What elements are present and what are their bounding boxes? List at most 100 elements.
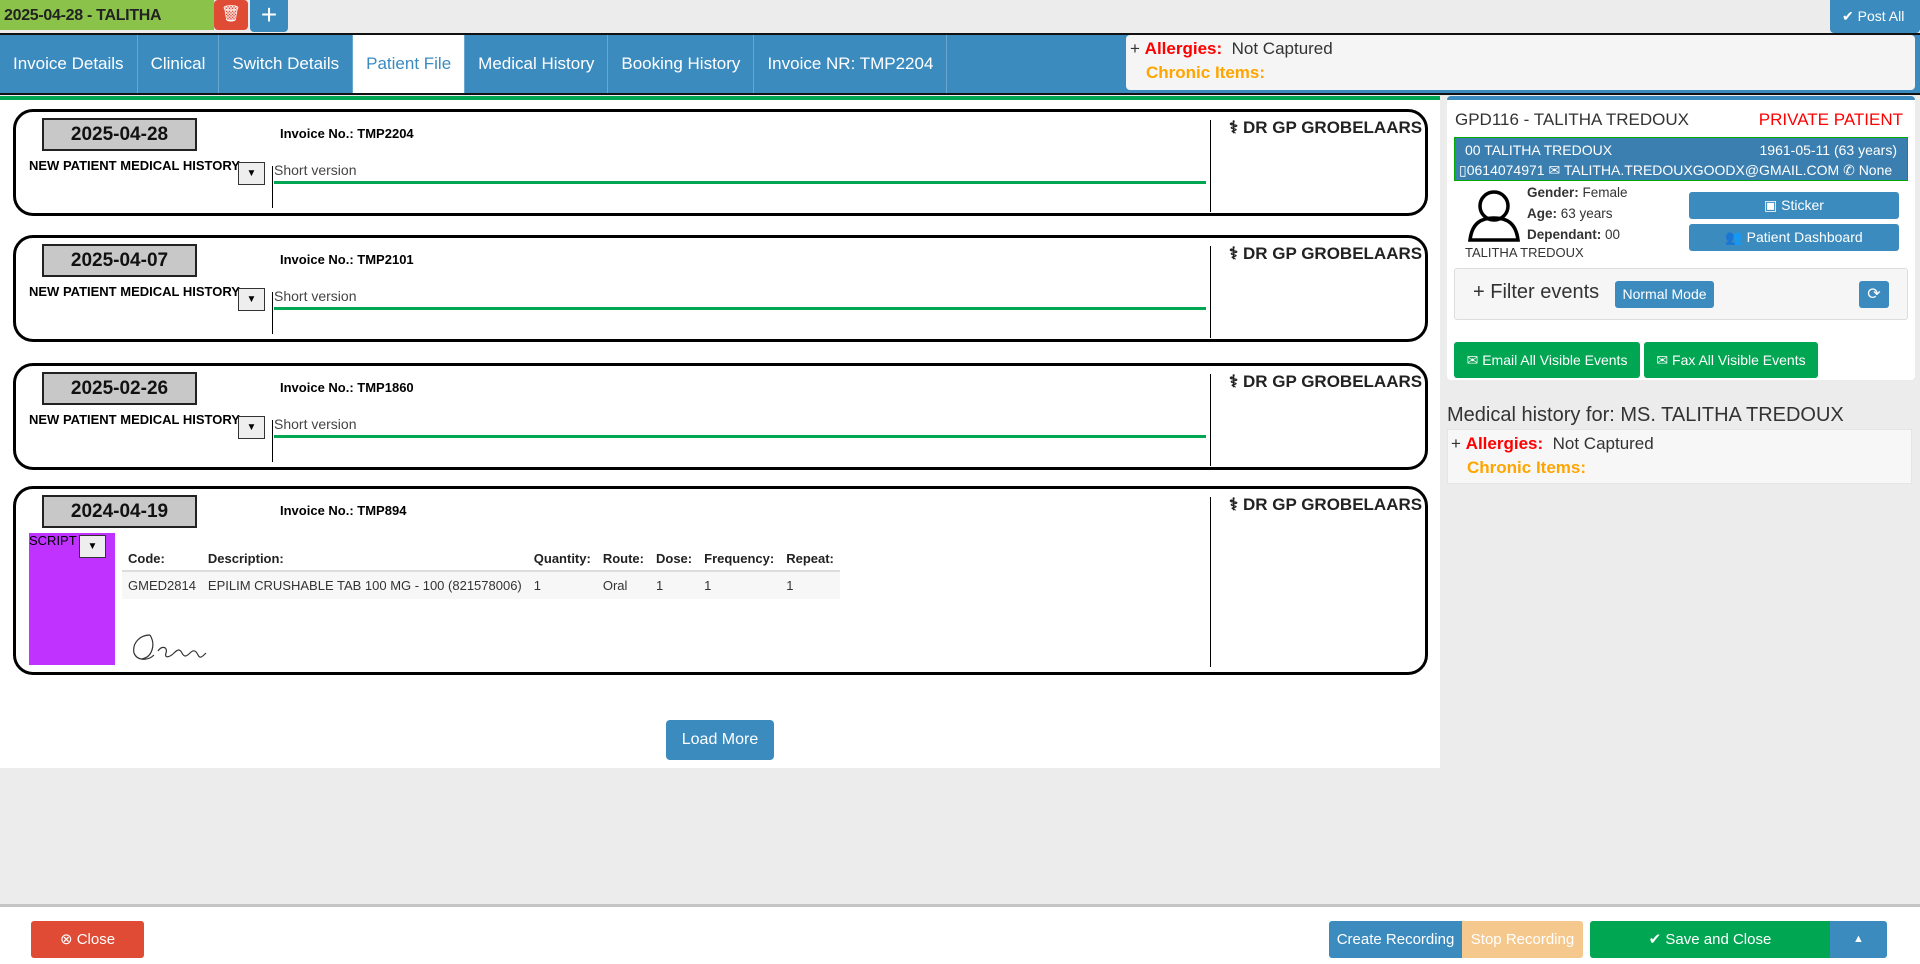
normal-mode-button[interactable]: Normal Mode bbox=[1615, 281, 1714, 308]
stop-recording-button[interactable]: Stop Recording bbox=[1462, 921, 1583, 958]
column-header: Description: bbox=[201, 547, 528, 572]
patient-title: GPD116 - TALITHA TREDOUX bbox=[1455, 110, 1689, 129]
event-type: NEW PATIENT MEDICAL HISTORY bbox=[29, 284, 240, 299]
filter-events-toggle[interactable]: + Filter events bbox=[1473, 281, 1599, 304]
check-circle-icon: ✔ bbox=[1842, 8, 1858, 24]
script-table: Code: Description: Quantity: Route: Dose: Fre… bbox=[122, 547, 840, 599]
event-note: Short version bbox=[274, 288, 357, 304]
envelope-icon: ✉ bbox=[1548, 162, 1561, 178]
save-and-close-button[interactable]: ✔ Save and Close bbox=[1590, 921, 1830, 958]
doctor-label: DR GP GROBELAARS bbox=[1242, 118, 1423, 137]
refresh-icon: ⟳ bbox=[1867, 286, 1881, 303]
event-dropdown[interactable]: ▼ bbox=[238, 288, 265, 311]
invoice-tab-title[interactable]: 2025-04-28 - TALITHA bbox=[0, 0, 214, 30]
fax-all-events-button[interactable]: ✉ Fax All Visible Events bbox=[1644, 342, 1818, 378]
patient-dashboard-button[interactable]: 👥 Patient Dashboard bbox=[1689, 224, 1899, 251]
event-date: 2024-04-19 bbox=[42, 495, 197, 528]
doctor-name: ⚕ DR GP GROBELAARS bbox=[1229, 372, 1422, 392]
invoice-number: Invoice No.: TMP894 bbox=[280, 503, 407, 518]
chronic-items-label: Chronic Items: bbox=[1467, 458, 1587, 477]
tab-patient-file[interactable]: Patient File bbox=[353, 35, 466, 93]
invoice-number: Invoice No.: TMP2204 bbox=[280, 126, 414, 141]
gender-value: Female bbox=[1582, 185, 1628, 200]
tab-medical-history[interactable]: Medical History bbox=[465, 35, 609, 93]
column-header: Repeat: bbox=[780, 547, 840, 572]
divider bbox=[1210, 246, 1211, 338]
stethoscope-icon: ⚕ bbox=[1229, 118, 1239, 137]
event-card: 2025-04-07 Invoice No.: TMP2101 NEW PATI… bbox=[13, 235, 1428, 342]
table-cell: 1 bbox=[650, 571, 699, 599]
refresh-button[interactable]: ⟳ bbox=[1859, 281, 1889, 308]
script-type: SCRIPT ▼ bbox=[29, 533, 115, 665]
note-underline bbox=[274, 307, 1206, 310]
phone-icon: ✆ bbox=[1843, 162, 1855, 178]
create-recording-button[interactable]: Create Recording bbox=[1329, 921, 1462, 958]
chronic-items-label: Chronic Items: bbox=[1146, 63, 1266, 82]
close-button[interactable]: ⊗ Close bbox=[31, 921, 144, 958]
doctor-label: DR GP GROBELAARS bbox=[1242, 495, 1423, 514]
note-underline bbox=[274, 181, 1206, 184]
dashboard-label: Patient Dashboard bbox=[1746, 229, 1863, 245]
stethoscope-icon: ⚕ bbox=[1229, 495, 1239, 514]
load-more-button[interactable]: Load More bbox=[666, 720, 774, 760]
expand-toggle[interactable]: + bbox=[1130, 39, 1140, 58]
doctor-name: ⚕ DR GP GROBELAARS bbox=[1229, 244, 1422, 264]
envelope-icon: ✉ bbox=[1466, 352, 1483, 368]
event-date: 2025-04-28 bbox=[42, 118, 197, 151]
age-value: 63 years bbox=[1560, 206, 1613, 221]
event-dropdown[interactable]: ▼ bbox=[238, 162, 265, 185]
signature bbox=[133, 634, 207, 660]
event-type: SCRIPT bbox=[29, 533, 77, 548]
avatar-name: TALITHA TREDOUX bbox=[1465, 245, 1584, 260]
table-cell: 1 bbox=[698, 571, 781, 599]
allergies-label: Allergies: bbox=[1144, 39, 1223, 58]
event-dropdown[interactable]: ▼ bbox=[79, 535, 106, 558]
divider bbox=[272, 166, 273, 208]
patient-tel: None bbox=[1858, 162, 1893, 178]
patient-phone: 0614074971 bbox=[1466, 162, 1545, 178]
patient-info-panel: GPD116 - TALITHA TREDOUX PRIVATE PATIENT… bbox=[1447, 96, 1915, 380]
sticker-icon: ▣ bbox=[1764, 197, 1782, 213]
post-all-label: Post All bbox=[1857, 8, 1905, 24]
column-header: Frequency: bbox=[698, 547, 781, 572]
divider bbox=[272, 420, 273, 462]
allergies-value: Not Captured bbox=[1231, 39, 1333, 58]
divider bbox=[1210, 374, 1211, 466]
sticker-button[interactable]: ▣ Sticker bbox=[1689, 192, 1899, 219]
event-type: NEW PATIENT MEDICAL HISTORY bbox=[29, 412, 240, 427]
add-button[interactable]: + bbox=[250, 0, 288, 32]
allergies-label: Allergies: bbox=[1465, 434, 1544, 453]
allergies-value: Not Captured bbox=[1552, 434, 1654, 453]
note-underline bbox=[274, 435, 1206, 438]
divider bbox=[1210, 497, 1211, 667]
stethoscope-icon: ⚕ bbox=[1229, 244, 1239, 263]
plus-icon: + bbox=[260, 0, 278, 30]
patient-contact-bar: 00 TALITHA TREDOUX 1961-05-11 (63 years) … bbox=[1454, 137, 1908, 181]
tab-switch-details[interactable]: Switch Details bbox=[219, 35, 354, 93]
invoice-number: Invoice No.: TMP1860 bbox=[280, 380, 414, 395]
divider bbox=[1210, 120, 1211, 212]
post-all-button[interactable]: ✔ Post All bbox=[1830, 0, 1920, 33]
column-header: Quantity: bbox=[527, 547, 597, 572]
patient-name-line: 00 TALITHA TREDOUX bbox=[1465, 142, 1613, 158]
patient-file-events: 2025-04-28 Invoice No.: TMP2204 NEW PATI… bbox=[0, 96, 1440, 768]
doctor-name: ⚕ DR GP GROBELAARS bbox=[1229, 118, 1422, 138]
save-options-dropdown[interactable]: ▲ bbox=[1830, 921, 1887, 958]
trash-icon: 🗑 bbox=[220, 6, 242, 23]
sticker-label: Sticker bbox=[1781, 197, 1824, 213]
event-card: 2025-04-28 Invoice No.: TMP2204 NEW PATI… bbox=[13, 109, 1428, 216]
event-dropdown[interactable]: ▼ bbox=[238, 416, 265, 439]
tab-invoice-details[interactable]: Invoice Details bbox=[0, 35, 138, 93]
event-date: 2025-02-26 bbox=[42, 372, 197, 405]
tab-booking-history[interactable]: Booking History bbox=[608, 35, 755, 93]
table-cell: 1 bbox=[780, 571, 840, 599]
delete-button[interactable]: 🗑 bbox=[214, 0, 248, 30]
column-header: Route: bbox=[596, 547, 650, 572]
check-circle-icon: ✔ bbox=[1648, 931, 1666, 948]
email-all-events-button[interactable]: ✉ Email All Visible Events bbox=[1454, 342, 1640, 378]
event-card: 2025-02-26 Invoice No.: TMP1860 NEW PATI… bbox=[13, 363, 1428, 470]
tab-invoice-nr-tmp2204[interactable]: Invoice NR: TMP2204 bbox=[754, 35, 948, 93]
tab-clinical[interactable]: Clinical bbox=[138, 35, 220, 93]
expand-toggle[interactable]: + bbox=[1451, 434, 1461, 453]
event-date: 2025-04-07 bbox=[42, 244, 197, 277]
